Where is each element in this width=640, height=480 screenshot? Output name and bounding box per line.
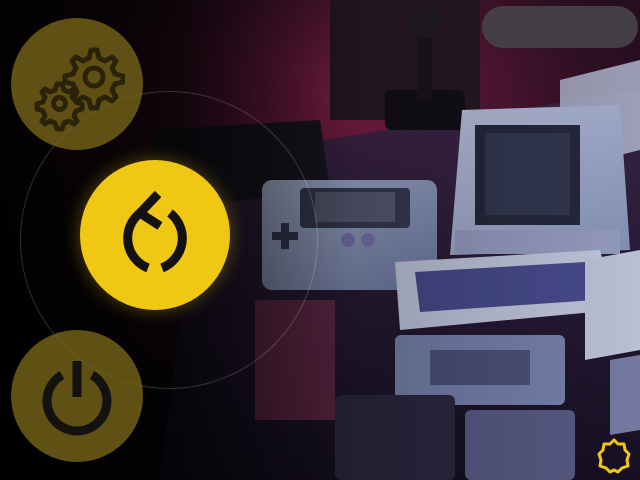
status-pill <box>482 6 638 48</box>
power-button[interactable] <box>11 330 143 462</box>
restart-menu-screen <box>0 0 640 480</box>
hexagon-logo-icon <box>597 438 631 474</box>
gear-icon <box>34 47 125 132</box>
restart-button[interactable] <box>80 160 230 310</box>
restart-icon <box>123 190 187 273</box>
settings-button[interactable] <box>11 18 143 150</box>
power-icon <box>42 361 112 436</box>
